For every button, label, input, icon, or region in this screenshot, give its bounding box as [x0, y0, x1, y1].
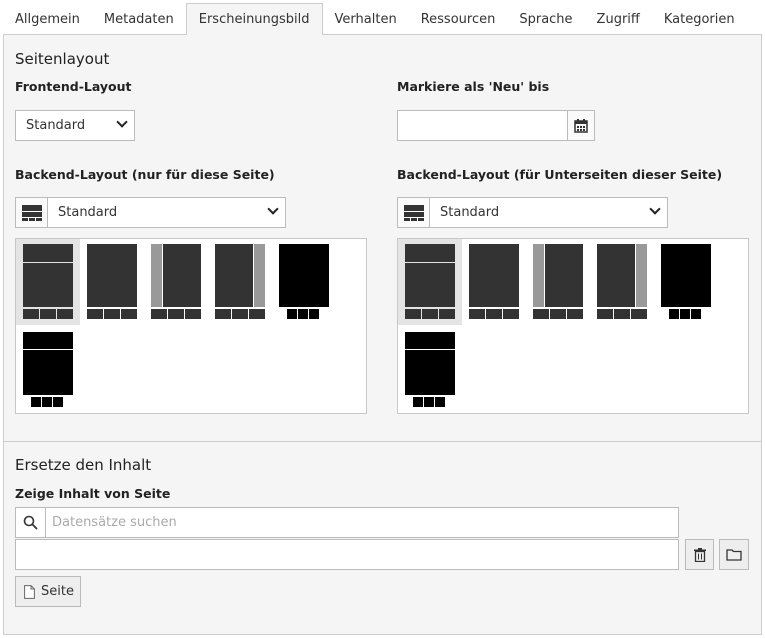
- tab-verhalten[interactable]: Verhalten: [323, 4, 409, 35]
- chevron-down-icon: [651, 198, 659, 227]
- layout-icon: [21, 204, 42, 221]
- layout-black-header-icon: [405, 332, 455, 407]
- page-icon: [24, 584, 35, 599]
- layout-standard-icon: [405, 244, 455, 319]
- tab-kategorien[interactable]: Kategorien: [652, 4, 747, 35]
- search-placeholder: Datensätze suchen: [52, 515, 177, 530]
- show-content-label: Zeige Inhalt von Seite: [15, 486, 171, 501]
- page-button[interactable]: Seite: [15, 576, 81, 607]
- frontend-layout-select[interactable]: Standard: [15, 110, 135, 141]
- layout-right-sidebar-icon: [215, 244, 265, 319]
- delete-button[interactable]: [685, 539, 714, 570]
- layout-left-sidebar-icon: [533, 244, 583, 319]
- layout-thumb-black-header[interactable]: [16, 327, 80, 413]
- layout-thumb-black-full[interactable]: [272, 239, 336, 325]
- browse-folder-button[interactable]: [719, 539, 749, 570]
- layout-thumb-left-sidebar[interactable]: [526, 239, 590, 325]
- layout-thumb-right-sidebar[interactable]: [208, 239, 272, 325]
- layout-black-icon: [279, 244, 329, 319]
- folder-icon: [726, 549, 742, 561]
- frontend-layout-value: Standard: [26, 118, 86, 133]
- search-icon: [23, 515, 38, 530]
- section-title-page-layout: Seitenlayout: [15, 50, 110, 68]
- tab-allgemein[interactable]: Allgemein: [3, 4, 92, 35]
- layout-thumb-standard[interactable]: [398, 239, 462, 325]
- record-search-input[interactable]: Datensätze suchen: [45, 507, 679, 538]
- backend-layout-page-value: Standard: [58, 205, 118, 220]
- tab-metadaten[interactable]: Metadaten: [92, 4, 186, 35]
- backend-layout-subpages-value: Standard: [440, 205, 500, 220]
- backend-layout-page-label: Backend-Layout (nur für diese Seite): [15, 167, 275, 182]
- tab-panel: Seitenlayout Frontend-Layout Standard Ma…: [3, 34, 762, 635]
- section-divider: [4, 441, 761, 442]
- layout-thumb-black-header[interactable]: [398, 327, 462, 413]
- chevron-down-icon: [269, 198, 277, 227]
- chevron-down-icon: [118, 111, 126, 140]
- layout-thumb-black-full[interactable]: [654, 239, 718, 325]
- layout-thumb-left-sidebar[interactable]: [144, 239, 208, 325]
- tab-ressourcen[interactable]: Ressourcen: [409, 4, 508, 35]
- mark-new-until-input[interactable]: [397, 110, 568, 141]
- tab-sprache[interactable]: Sprache: [507, 4, 584, 35]
- layout-main-icon: [87, 244, 137, 319]
- backend-layout-page-icon-addon: [15, 197, 48, 228]
- trash-icon: [693, 547, 706, 562]
- page-button-label: Seite: [41, 584, 74, 599]
- mark-new-until-label: Markiere als 'Neu' bis: [397, 79, 550, 94]
- backend-layout-subpages-select[interactable]: Standard: [429, 197, 668, 228]
- layout-left-sidebar-icon: [151, 244, 201, 319]
- layout-icon: [403, 204, 424, 221]
- layout-thumb-columns-main[interactable]: [80, 239, 144, 325]
- layout-main-icon: [469, 244, 519, 319]
- search-addon: [15, 507, 46, 538]
- backend-layout-page-picker: [15, 238, 367, 414]
- layout-black-icon: [661, 244, 711, 319]
- backend-layout-subpages-icon-addon: [397, 197, 430, 228]
- backend-layout-subpages-label: Backend-Layout (für Unterseiten dieser S…: [397, 167, 723, 182]
- calendar-button[interactable]: [567, 110, 595, 141]
- backend-layout-subpages-picker: [397, 238, 749, 414]
- tab-bar: Allgemein Metadaten Erscheinungsbild Ver…: [3, 3, 762, 35]
- calendar-icon: [574, 118, 588, 133]
- layout-black-header-icon: [23, 332, 73, 407]
- layout-standard-icon: [23, 244, 73, 319]
- selected-record-field[interactable]: [15, 539, 679, 570]
- tab-erscheinungsbild[interactable]: Erscheinungsbild: [185, 3, 323, 35]
- tab-zugriff[interactable]: Zugriff: [585, 4, 652, 35]
- backend-layout-page-select[interactable]: Standard: [47, 197, 286, 228]
- layout-thumb-right-sidebar[interactable]: [590, 239, 654, 325]
- section-title-replace-content: Ersetze den Inhalt: [15, 456, 152, 474]
- layout-right-sidebar-icon: [597, 244, 647, 319]
- frontend-layout-label: Frontend-Layout: [15, 79, 132, 94]
- layout-thumb-standard[interactable]: [16, 239, 80, 325]
- layout-thumb-columns-main[interactable]: [462, 239, 526, 325]
